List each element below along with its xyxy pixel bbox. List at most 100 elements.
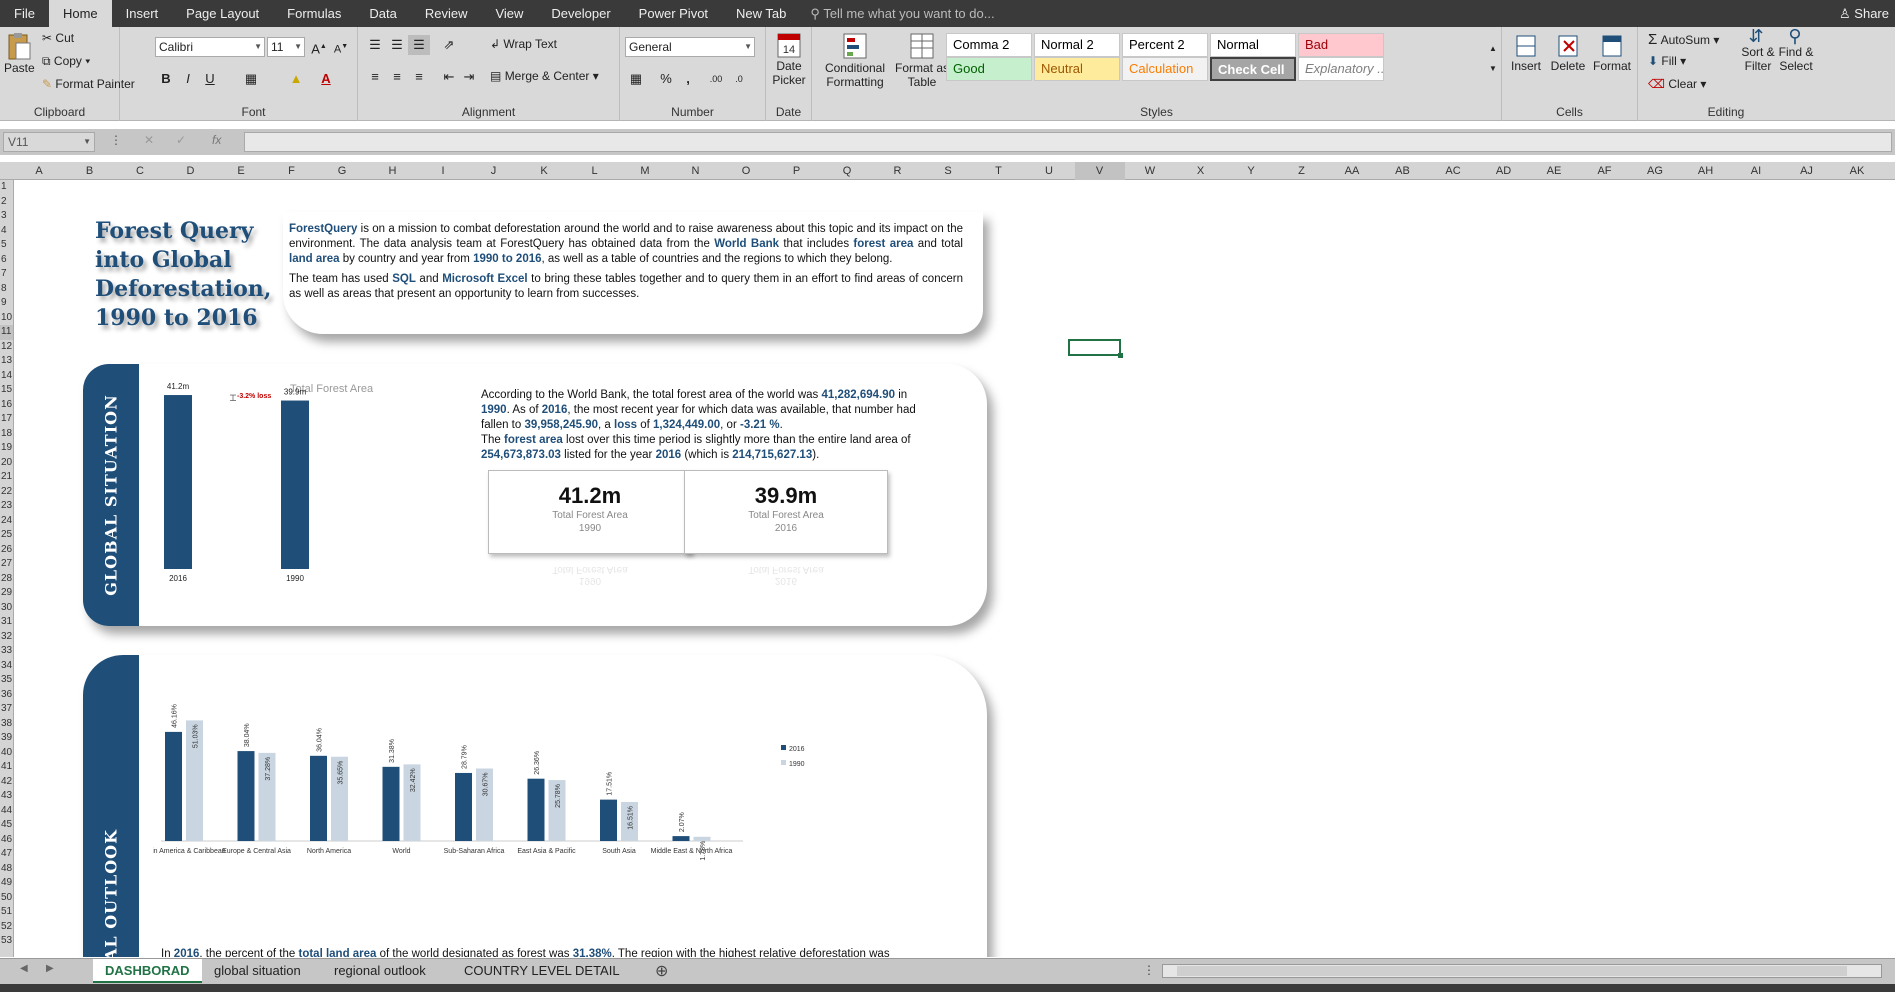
column-header[interactable]: AE	[1529, 162, 1579, 180]
menu-tab[interactable]: Power Pivot	[625, 0, 722, 27]
worksheet[interactable]: Forest Query into Global Deforestation, …	[15, 180, 1895, 957]
menu-tab[interactable]: Home	[48, 0, 112, 27]
row-header[interactable]: 6	[0, 253, 13, 268]
row-header[interactable]: 2	[0, 195, 13, 210]
row-header[interactable]: 46	[0, 833, 13, 848]
column-header[interactable]: AB	[1378, 162, 1428, 180]
enter-icon[interactable]: ✓	[176, 133, 186, 147]
row-header[interactable]: 14	[0, 369, 13, 384]
row-header[interactable]: 53	[0, 934, 13, 949]
column-header[interactable]: I	[418, 162, 468, 180]
row-header[interactable]: 18	[0, 427, 13, 442]
column-header[interactable]: K	[519, 162, 569, 180]
row-header[interactable]: 13	[0, 354, 13, 369]
row-header[interactable]: 20	[0, 456, 13, 471]
find-select-button[interactable]: ⚲ Find & Select	[1776, 27, 1814, 73]
align-right-icon[interactable]: ≡	[408, 67, 430, 87]
decrease-decimal-icon[interactable]: .0	[728, 69, 750, 89]
column-header[interactable]: A	[14, 162, 64, 180]
cell-style-option[interactable]: Calculation	[1122, 57, 1208, 81]
currency-icon[interactable]: ▦	[625, 69, 647, 89]
row-header[interactable]: 37	[0, 702, 13, 717]
menu-tab[interactable]: Data	[355, 0, 410, 27]
column-header[interactable]: AD	[1479, 162, 1529, 180]
copy-button[interactable]: ⧉ Copy ▾	[42, 54, 90, 69]
row-header[interactable]: 31	[0, 615, 13, 630]
font-size-select[interactable]: 11 ▼	[267, 37, 305, 57]
row-header[interactable]: 36	[0, 688, 13, 703]
column-header[interactable]: AF	[1580, 162, 1630, 180]
row-header[interactable]: 19	[0, 441, 13, 456]
decrease-indent-icon[interactable]: ⇤	[438, 67, 460, 87]
fill-color-icon[interactable]: ▲	[285, 69, 307, 89]
row-header[interactable]: 3	[0, 209, 13, 224]
row-header[interactable]: 24	[0, 514, 13, 529]
increase-decimal-icon[interactable]: .00	[705, 69, 727, 89]
increase-indent-icon[interactable]: ⇥	[458, 67, 480, 87]
row-header[interactable]: 15	[0, 383, 13, 398]
percent-button[interactable]: %	[655, 69, 677, 89]
cell-style-option[interactable]: Check Cell	[1210, 57, 1296, 81]
row-header[interactable]: 12	[0, 340, 13, 355]
column-header[interactable]: V	[1074, 162, 1125, 182]
column-header[interactable]: L	[570, 162, 620, 180]
column-header[interactable]: J	[469, 162, 519, 180]
borders-icon[interactable]: ▦	[240, 69, 262, 89]
column-header[interactable]: AG	[1630, 162, 1680, 180]
row-header[interactable]: 43	[0, 789, 13, 804]
wrap-text-button[interactable]: ↲ Wrap Text	[490, 37, 557, 51]
number-format-select[interactable]: General ▼	[625, 37, 755, 57]
column-header[interactable]: O	[721, 162, 771, 180]
orientation-icon[interactable]: ⇗	[438, 35, 460, 55]
clear-button[interactable]: ⌫ Clear ▾	[1648, 77, 1706, 91]
fill-handle[interactable]	[1118, 353, 1123, 358]
row-header[interactable]: 9	[0, 296, 13, 311]
align-top-icon[interactable]: ☰	[364, 35, 386, 55]
row-header[interactable]: 44	[0, 804, 13, 819]
column-header[interactable]: H	[368, 162, 418, 180]
grow-font-icon[interactable]: A▲	[308, 37, 330, 57]
align-middle-icon[interactable]: ☰	[386, 35, 408, 55]
menu-tab[interactable]: New Tab	[722, 0, 800, 27]
row-header[interactable]: 51	[0, 905, 13, 920]
sheet-tab-regional-outlook[interactable]: regional outlook	[322, 959, 438, 983]
cell-style-option[interactable]: Percent 2	[1122, 33, 1208, 57]
row-header[interactable]: 38	[0, 717, 13, 732]
share-button[interactable]: ♙ Share	[1839, 0, 1889, 27]
align-left-icon[interactable]: ≡	[364, 67, 386, 87]
file-tab[interactable]: File	[0, 0, 49, 27]
row-header[interactable]: 11	[0, 325, 13, 340]
menu-tab[interactable]: Developer	[537, 0, 624, 27]
column-header[interactable]: P	[772, 162, 822, 180]
column-header[interactable]: T	[974, 162, 1024, 180]
column-header[interactable]: B	[65, 162, 115, 180]
column-header[interactable]: N	[671, 162, 721, 180]
menu-tab[interactable]: Page Layout	[172, 0, 273, 27]
selected-cell-v11[interactable]	[1068, 339, 1123, 358]
column-header[interactable]: Y	[1226, 162, 1276, 180]
date-picker-button[interactable]: 14 Date Picker	[768, 31, 810, 87]
column-header[interactable]: AC	[1428, 162, 1478, 180]
row-header[interactable]: 26	[0, 543, 13, 558]
row-header[interactable]: 49	[0, 876, 13, 891]
row-header[interactable]: 27	[0, 557, 13, 572]
sheet-tab-country-level-detail[interactable]: COUNTRY LEVEL DETAIL	[452, 959, 632, 983]
row-header[interactable]: 35	[0, 673, 13, 688]
row-header[interactable]: 52	[0, 920, 13, 935]
comma-button[interactable]: ,	[677, 69, 699, 89]
row-header[interactable]: 29	[0, 586, 13, 601]
row-header[interactable]: 30	[0, 601, 13, 616]
column-header[interactable]: W	[1125, 162, 1175, 180]
horizontal-scrollbar[interactable]	[1162, 964, 1882, 978]
column-header[interactable]: G	[317, 162, 367, 180]
format-as-table-button[interactable]: Format as Table	[892, 31, 952, 89]
row-header[interactable]: 28	[0, 572, 13, 587]
column-header[interactable]: AA	[1327, 162, 1377, 180]
column-header[interactable]: AK	[1832, 162, 1882, 180]
sheet-tab-dashboard[interactable]: DASHBORAD	[93, 959, 202, 983]
paste-button[interactable]: Paste	[4, 31, 35, 75]
row-header[interactable]: 42	[0, 775, 13, 790]
row-header[interactable]: 17	[0, 412, 13, 427]
row-header[interactable]: 23	[0, 499, 13, 514]
cell-style-option[interactable]: Good	[946, 57, 1032, 81]
